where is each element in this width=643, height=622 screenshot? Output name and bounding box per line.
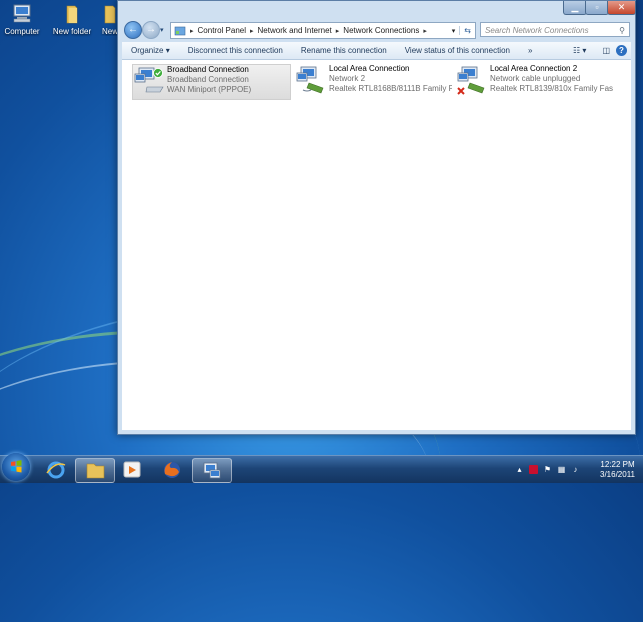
network-adapter-icon [456, 64, 490, 96]
connection-device: WAN Miniport (PPPOE) [167, 85, 252, 94]
folder-icon [61, 4, 83, 24]
breadcrumb-control-panel[interactable]: Control Panel [198, 26, 246, 35]
start-button[interactable] [2, 453, 30, 481]
breadcrumb-separator[interactable]: ▸ [250, 27, 254, 35]
organize-label: Organize [131, 46, 164, 55]
desktop-icon-computer[interactable]: Computer [0, 4, 44, 36]
help-icon: ? [619, 46, 624, 55]
network-adapter-icon [295, 64, 329, 96]
minimize-icon: ▁ [571, 2, 579, 12]
connection-status: Broadband Connection [167, 75, 249, 84]
chevron-down-icon: ▾ [160, 27, 164, 34]
broadband-connection-icon [133, 65, 167, 97]
maximize-icon: ▫ [595, 2, 599, 12]
firefox-icon [164, 462, 180, 478]
network-status-icon[interactable]: ▦ [557, 465, 566, 474]
chevron-down-icon: ▾ [165, 46, 170, 55]
search-icon: ⚲ [619, 26, 625, 35]
breadcrumb-separator[interactable]: ▸ [423, 27, 427, 35]
refresh-icon: ⇆ [464, 26, 471, 35]
chevron-down-icon: ▾ [582, 46, 587, 55]
disconnect-button[interactable]: Disconnect this connection [179, 46, 292, 55]
internet-explorer-icon [46, 461, 66, 479]
recent-pages-button[interactable]: ▾ [160, 26, 164, 34]
breadcrumb-network-and-internet[interactable]: Network and Internet [258, 26, 332, 35]
help-button[interactable]: ? [616, 45, 627, 56]
taskbar-windows-explorer[interactable] [75, 458, 115, 483]
desktop-icon-label: New [101, 27, 118, 36]
connection-local-area[interactable]: Local Area Connection Network 2 Realtek … [295, 64, 452, 98]
chevron-down-icon: ▾ [451, 27, 456, 35]
windows-logo-icon [11, 460, 22, 473]
clock-date: 3/16/2011 [600, 470, 635, 479]
forward-button[interactable]: → [142, 21, 160, 39]
system-clock[interactable]: 12:22 PM 3/16/2011 [600, 460, 635, 480]
connections-list: Broadband Connection Broadband Connectio… [122, 60, 631, 430]
command-bar: Organize ▾ Disconnect this connection Re… [122, 42, 631, 60]
title-bar[interactable]: ▁ ▫ ✕ [118, 1, 636, 16]
navigation-bar: ← → ▾ ▸ Control Panel ▸ Network and Inte… [118, 18, 635, 40]
preview-pane-button[interactable]: ◫ [602, 46, 610, 55]
refresh-button[interactable]: ⇆ [459, 26, 475, 35]
taskbar-network-connections[interactable] [192, 458, 232, 483]
taskbar-firefox[interactable] [153, 458, 191, 481]
connection-name: Local Area Connection 2 [490, 64, 578, 73]
change-view-button[interactable]: ☷ ▾ [573, 46, 586, 55]
preview-pane-icon: ◫ [602, 46, 610, 55]
address-dropdown[interactable]: ▾ [452, 27, 456, 35]
breadcrumb-network-connections[interactable]: Network Connections [343, 26, 419, 35]
flag-icon[interactable] [529, 465, 538, 474]
view-options-icon: ☷ [573, 46, 581, 55]
taskbar-media-player[interactable] [113, 458, 151, 481]
computer-icon [11, 4, 33, 24]
breadcrumb-separator[interactable]: ▸ [336, 27, 340, 35]
connection-device: Realtek RTL8168B/8111B Family P... [329, 84, 452, 93]
back-button[interactable]: ← [124, 21, 142, 39]
connection-status: Network 2 [329, 74, 366, 83]
search-placeholder: Search Network Connections [485, 26, 589, 35]
connection-name: Local Area Connection [329, 64, 410, 73]
show-hidden-icons-button[interactable]: ▴ [515, 465, 524, 474]
search-input[interactable]: Search Network Connections ⚲ [480, 22, 630, 37]
breadcrumb-separator[interactable]: ▸ [190, 27, 194, 35]
clock-time: 12:22 PM [600, 460, 635, 469]
control-panel-icon [174, 26, 186, 36]
connection-name: Broadband Connection [167, 65, 249, 74]
connection-status: Network cable unplugged [490, 74, 581, 83]
explorer-window: ▁ ▫ ✕ ← → ▾ ▸ Control Panel ▸ Network an… [117, 0, 636, 435]
media-player-icon [123, 461, 141, 478]
taskbar-internet-explorer[interactable] [37, 458, 75, 481]
connection-broadband[interactable]: Broadband Connection Broadband Connectio… [132, 64, 291, 100]
notification-area: ▴ ⚑ ▦ ♪ 12:22 PM 3/16/2011 [513, 456, 643, 483]
taskbar: ▴ ⚑ ▦ ♪ 12:22 PM 3/16/2011 [0, 453, 643, 483]
desktop-icon-new-folder[interactable]: New folder [50, 4, 94, 36]
volume-icon[interactable]: ♪ [571, 465, 580, 474]
arrow-left-icon: ← [128, 24, 138, 35]
more-commands-button[interactable]: » [519, 46, 541, 55]
view-status-button[interactable]: View status of this connection [396, 46, 519, 55]
connection-device: Realtek RTL8139/810x Family Fast ... [490, 84, 613, 93]
rename-button[interactable]: Rename this connection [292, 46, 396, 55]
address-bar[interactable]: ▸ Control Panel ▸ Network and Internet ▸… [170, 22, 476, 39]
folder-icon [86, 463, 105, 479]
arrow-right-icon: → [146, 24, 156, 35]
chevron-up-icon: ▴ [517, 465, 522, 474]
organize-menu[interactable]: Organize ▾ [122, 46, 179, 55]
connection-local-area-2[interactable]: Local Area Connection 2 Network cable un… [456, 64, 613, 98]
minimize-button[interactable]: ▁ [563, 1, 587, 15]
desktop-icon-label: New folder [52, 27, 92, 36]
action-center-icon[interactable]: ⚑ [543, 465, 552, 474]
close-button[interactable]: ✕ [607, 1, 636, 15]
maximize-button[interactable]: ▫ [585, 1, 609, 15]
close-icon: ✕ [617, 2, 626, 12]
network-icon [203, 462, 221, 479]
desktop-icon-label: Computer [4, 27, 40, 36]
